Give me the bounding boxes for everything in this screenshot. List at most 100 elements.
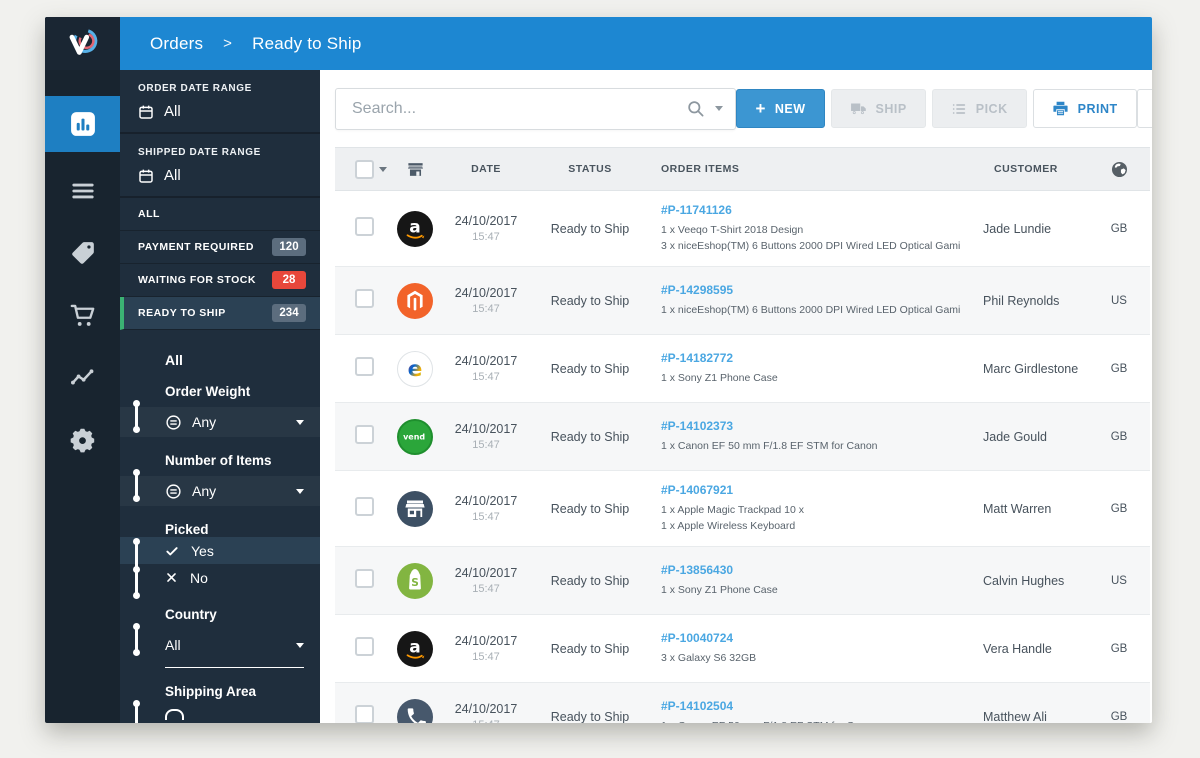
table-row[interactable]: 24/10/201715:47Ready to Ship#P-142985951… bbox=[335, 267, 1150, 335]
order-status: Ready to Ship bbox=[533, 430, 647, 444]
sidebar-item-dashboard[interactable] bbox=[45, 96, 120, 152]
country-code: GB bbox=[1099, 711, 1139, 723]
new-button[interactable]: +NEW bbox=[736, 89, 824, 128]
status-filter-all[interactable]: ALL bbox=[120, 198, 320, 231]
row-checkbox[interactable] bbox=[355, 569, 374, 588]
order-status: Ready to Ship bbox=[533, 642, 647, 656]
country-column-globe-icon bbox=[1099, 160, 1139, 179]
truck-icon bbox=[850, 100, 867, 117]
order-id-link[interactable]: #P-14182772 bbox=[661, 351, 969, 365]
table-row[interactable]: 24/10/201715:47Ready to Ship#P-141025041… bbox=[335, 683, 1150, 723]
row-checkbox[interactable] bbox=[355, 217, 374, 236]
picked-option-no[interactable]: No bbox=[120, 564, 320, 591]
order-items: #P-117411261 x Veeqo T-Shirt 2018 Design… bbox=[647, 203, 969, 255]
row-checkbox[interactable] bbox=[355, 497, 374, 516]
order-weight-dropdown[interactable]: Any bbox=[120, 407, 320, 437]
search-icon[interactable] bbox=[686, 99, 705, 118]
row-checkbox[interactable] bbox=[355, 637, 374, 656]
breadcrumb-separator: > bbox=[223, 35, 232, 52]
search-options-caret-icon[interactable] bbox=[715, 106, 723, 111]
status-filter-waiting-for-stock[interactable]: WAITING FOR STOCK28 bbox=[120, 264, 320, 297]
number-of-items-dropdown[interactable]: Any bbox=[120, 476, 320, 506]
order-id-link[interactable]: #P-10040724 bbox=[661, 631, 969, 645]
search-box bbox=[335, 88, 736, 130]
filter-connector bbox=[135, 472, 138, 499]
order-id-link[interactable]: #P-14067921 bbox=[661, 483, 969, 497]
app-window: Orders > Ready to Ship ORDER DATE RANGEA… bbox=[45, 17, 1152, 723]
order-status: Ready to Ship bbox=[533, 294, 647, 308]
order-date: 24/10/201715:47 bbox=[439, 214, 533, 243]
cart-icon bbox=[69, 302, 96, 329]
channel-vend-icon: vend bbox=[391, 419, 439, 455]
print-button[interactable]: PRINT bbox=[1033, 89, 1137, 128]
clipped-filter-icon bbox=[165, 709, 184, 720]
filter-number-of-items: Number of ItemsAny bbox=[120, 453, 320, 506]
order-item-line: 3 x Galaxy S6 32GB bbox=[661, 650, 969, 666]
chevron-down-icon bbox=[296, 489, 304, 494]
header-order-items[interactable]: ORDER ITEMS bbox=[647, 163, 969, 175]
select-all-checkbox[interactable] bbox=[355, 160, 374, 179]
row-checkbox[interactable] bbox=[355, 425, 374, 444]
breadcrumb-section[interactable]: Orders bbox=[150, 34, 203, 54]
circle-lines-icon bbox=[165, 414, 182, 431]
channel-amazon-icon: a bbox=[391, 211, 439, 247]
more-actions-button[interactable] bbox=[1137, 89, 1152, 128]
pick-button[interactable]: PICK bbox=[932, 89, 1027, 128]
svg-text:e: e bbox=[408, 357, 423, 382]
status-filter-ready-to-ship[interactable]: READY TO SHIP234 bbox=[120, 297, 320, 330]
picked-option-yes[interactable]: Yes bbox=[120, 537, 320, 564]
ship-button[interactable]: SHIP bbox=[831, 89, 926, 128]
row-checkbox[interactable] bbox=[355, 289, 374, 308]
table-row[interactable]: a24/10/201715:47Ready to Ship#P-10040724… bbox=[335, 615, 1150, 683]
customer-name: Marc Girdlestone bbox=[969, 362, 1099, 376]
customer-name: Jade Lundie bbox=[969, 222, 1099, 236]
order-id-link[interactable]: #P-11741126 bbox=[661, 203, 969, 217]
header-customer[interactable]: CUSTOMER bbox=[969, 163, 1099, 175]
status-filter-payment-required[interactable]: PAYMENT REQUIRED120 bbox=[120, 231, 320, 264]
order-items: #P-141025041 x Canon EF 50 mm F/1.8 EF S… bbox=[647, 699, 969, 723]
customer-name: Phil Reynolds bbox=[969, 294, 1099, 308]
pick-list-icon bbox=[951, 101, 967, 117]
date-range-value[interactable]: All bbox=[138, 167, 306, 184]
sidebar-item-settings[interactable] bbox=[45, 408, 120, 470]
search-input[interactable] bbox=[350, 99, 686, 119]
svg-text:a: a bbox=[409, 637, 420, 657]
plus-icon: + bbox=[755, 100, 765, 117]
chevron-down-icon bbox=[296, 643, 304, 648]
country-code: GB bbox=[1099, 643, 1139, 655]
table-row[interactable]: 24/10/201715:47Ready to Ship#P-140679211… bbox=[335, 471, 1150, 547]
sidebar-item-purchases[interactable] bbox=[45, 284, 120, 346]
sidebar-item-products[interactable] bbox=[45, 222, 120, 284]
order-items: #P-141827721 x Sony Z1 Phone Case bbox=[647, 351, 969, 386]
sidebar-item-reports[interactable] bbox=[45, 346, 120, 408]
count-badge: 234 bbox=[272, 304, 306, 322]
table-row[interactable]: vend24/10/201715:47Ready to Ship#P-14102… bbox=[335, 403, 1150, 471]
order-id-link[interactable]: #P-13856430 bbox=[661, 563, 969, 577]
sidebar-item-orders[interactable] bbox=[45, 160, 120, 222]
filter-label: SHIPPED DATE RANGE bbox=[138, 147, 306, 158]
order-item-line: 1 x Apple Magic Trackpad 10 x bbox=[661, 502, 969, 518]
check-icon bbox=[165, 544, 179, 558]
channel-column-icon bbox=[391, 160, 439, 179]
svg-text:a: a bbox=[409, 217, 420, 237]
date-range-value[interactable]: All bbox=[138, 103, 306, 120]
filter-quick-all[interactable]: All bbox=[165, 352, 320, 368]
header-date[interactable]: DATE bbox=[439, 163, 533, 175]
order-id-link[interactable]: #P-14102373 bbox=[661, 419, 969, 433]
table-row[interactable]: S24/10/201715:47Ready to Ship#P-13856430… bbox=[335, 547, 1150, 615]
country-code: GB bbox=[1099, 503, 1139, 515]
filter-connector bbox=[135, 703, 138, 723]
gear-icon bbox=[69, 426, 96, 453]
table-row[interactable]: a24/10/201715:47Ready to Ship#P-11741126… bbox=[335, 191, 1150, 267]
order-status: Ready to Ship bbox=[533, 362, 647, 376]
country-select[interactable]: All bbox=[120, 630, 320, 660]
row-checkbox[interactable] bbox=[355, 705, 374, 724]
row-checkbox[interactable] bbox=[355, 357, 374, 376]
veeqo-logo-icon[interactable] bbox=[45, 17, 120, 70]
select-all-caret-icon[interactable] bbox=[379, 167, 387, 172]
order-id-link[interactable]: #P-14298595 bbox=[661, 283, 969, 297]
table-row[interactable]: e24/10/201715:47Ready to Ship#P-14182772… bbox=[335, 335, 1150, 403]
header-status[interactable]: STATUS bbox=[533, 163, 647, 175]
order-id-link[interactable]: #P-14102504 bbox=[661, 699, 969, 713]
circle-lines-icon bbox=[165, 483, 182, 500]
